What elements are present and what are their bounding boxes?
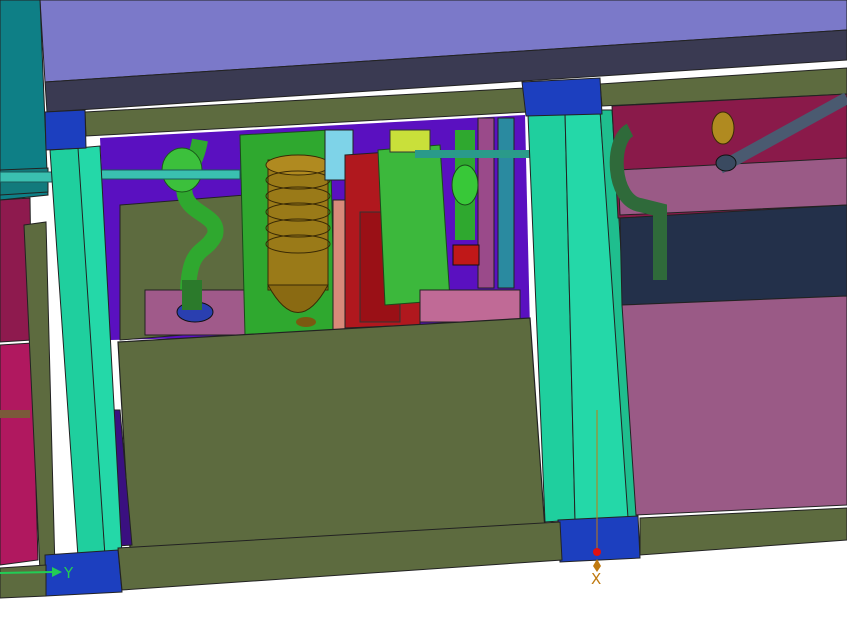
- bottom-beam-right[interactable]: [639, 507, 847, 556]
- bottom-left-base: [0, 564, 47, 599]
- red-valve: [452, 244, 480, 266]
- triad-origin: [593, 548, 601, 556]
- middle-bracket-top: [521, 77, 603, 117]
- cad-scene[interactable]: Y X: [0, 0, 847, 628]
- 3d-model-viewport[interactable]: Y X: [0, 0, 847, 628]
- cross-pipe-left-2: [99, 169, 241, 180]
- green-horizontal-pipe: [415, 150, 530, 158]
- cross-pipe-left: [0, 171, 61, 183]
- right-gold-fitting: [711, 111, 735, 145]
- teal-pipe: [497, 117, 515, 289]
- yellow-top: [389, 129, 431, 153]
- purple-pipe: [477, 117, 495, 289]
- green-pipe-stub: [182, 280, 202, 310]
- pink-box-right[interactable]: [419, 289, 521, 323]
- y-axis-label: Y: [63, 564, 74, 582]
- left-brown-strip: [0, 410, 30, 418]
- x-axis-label: X: [591, 570, 601, 588]
- left-bracket-top: [44, 109, 87, 151]
- right-grey-flange: [715, 154, 737, 172]
- front-lower-panel[interactable]: [117, 317, 546, 549]
- right-lower-panel[interactable]: [621, 295, 847, 516]
- green-pipe-right-top: [451, 164, 479, 206]
- y-axis-line: [0, 571, 53, 574]
- green-equipment-box: [377, 144, 451, 306]
